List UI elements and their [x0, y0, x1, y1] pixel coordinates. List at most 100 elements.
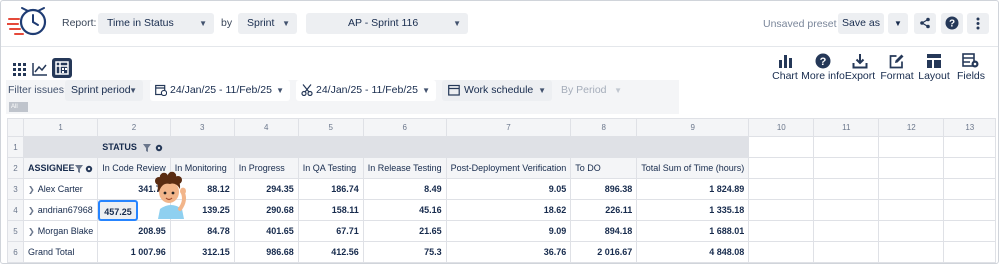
column-header[interactable]: In Progress [233, 157, 299, 179]
format-tool-label: Format [880, 70, 914, 82]
value-cell[interactable]: 226.11 [570, 199, 638, 221]
fields-tool[interactable]: Fields [951, 53, 991, 82]
pivot-view-button[interactable] [52, 58, 72, 78]
row-number: 6 [7, 241, 24, 263]
empty-cell [813, 220, 880, 242]
empty-cell [22, 136, 99, 158]
empty-cell [813, 157, 880, 179]
period-select-value: Sprint period [71, 84, 131, 96]
value-cell[interactable]: 9.09 [445, 220, 572, 242]
format-tool[interactable]: Format [877, 53, 917, 82]
empty-cell [943, 157, 997, 179]
empty-cell [748, 220, 815, 242]
col-number: 12 [878, 118, 945, 137]
value-cell[interactable]: 18.62 [445, 199, 572, 221]
help-button[interactable]: ? [941, 13, 963, 34]
value-cell[interactable]: 8.49 [362, 178, 447, 200]
empty-cell [813, 199, 880, 221]
date-range-select-2[interactable]: 24/Jan/25 - 11/Feb/25 ▼ [296, 80, 436, 101]
empty-cell [748, 199, 815, 221]
share-button[interactable] [914, 13, 936, 34]
save-options-button[interactable]: ▼ [888, 13, 908, 34]
value-cell[interactable]: 290.68 [233, 199, 299, 221]
layout-tool[interactable]: Layout [914, 53, 954, 82]
column-header[interactable]: Post-Deployment Verification [445, 157, 572, 179]
gear-icon[interactable] [155, 144, 163, 152]
chart-tool[interactable]: Chart [765, 53, 805, 82]
date-range-2-value: 24/Jan/25 - 11/Feb/25 [316, 84, 418, 96]
total-cell[interactable]: 1 824.89 [636, 178, 750, 200]
download-tray-icon [852, 54, 868, 69]
col-number: 11 [813, 118, 880, 137]
chevron-right-icon[interactable]: ❯ [28, 206, 35, 215]
help-icon: ? [945, 16, 959, 30]
sprint-select[interactable]: AP - Sprint 116 ▼ [306, 13, 468, 34]
value-cell[interactable]: 158.11 [297, 199, 364, 221]
value-cell[interactable]: 208.95 [97, 220, 171, 242]
row-header-cell[interactable]: ❯ andrian67968 [22, 199, 99, 221]
total-cell[interactable]: 1 688.01 [636, 220, 750, 242]
status-header-cell[interactable]: STATUS [97, 136, 750, 158]
value-cell[interactable]: 294.35 [233, 178, 299, 200]
report-select[interactable]: Time in Status ▼ [98, 13, 214, 34]
line-chart-icon [32, 63, 47, 76]
selected-value-cell[interactable]: 457.25 [98, 200, 138, 221]
assignee-header-cell[interactable]: ASSIGNEE [22, 157, 99, 179]
clock-logo-icon [7, 7, 47, 36]
chevron-right-icon[interactable]: ❯ [28, 185, 35, 194]
grand-total-cell[interactable]: 75.3 [362, 241, 447, 263]
chevron-down-icon: ▼ [129, 86, 137, 95]
all-chip[interactable]: All [9, 102, 28, 112]
filter-icon[interactable] [75, 165, 84, 173]
row-number: 1 [7, 136, 24, 158]
col-number: 10 [748, 118, 815, 137]
assignee-name: Alex Carter [37, 184, 83, 194]
column-header[interactable]: Total Sum of Time (hours) [636, 157, 750, 179]
value-cell[interactable]: 894.18 [570, 220, 638, 242]
grand-total-cell[interactable]: 412.56 [297, 241, 364, 263]
empty-cell [943, 199, 997, 221]
grand-total-cell[interactable]: 1 007.96 [97, 241, 171, 263]
value-cell[interactable]: 21.65 [362, 220, 447, 242]
row-header-cell[interactable]: ❯ Morgan Blake [22, 220, 99, 242]
value-cell[interactable]: 896.38 [570, 178, 638, 200]
more-menu-button[interactable] [967, 13, 989, 34]
col-number: 5 [297, 118, 364, 137]
report-select-value: Time in Status [107, 17, 174, 29]
empty-cell [878, 178, 945, 200]
unsaved-preset-label: Unsaved preset [763, 18, 837, 30]
by-select[interactable]: Sprint ▼ [238, 13, 297, 34]
export-tool[interactable]: Export [840, 53, 880, 82]
value-cell[interactable]: 45.16 [362, 199, 447, 221]
chevron-right-icon[interactable]: ❯ [28, 227, 35, 236]
gear-icon[interactable] [85, 165, 93, 173]
chart-view-button[interactable] [30, 59, 50, 79]
empty-cell [748, 178, 815, 200]
value-cell[interactable]: 186.74 [297, 178, 364, 200]
vertical-dots-icon [976, 17, 980, 30]
grand-total-cell[interactable]: 2 016.67 [570, 241, 638, 263]
grand-total-cell[interactable]: 36.76 [445, 241, 572, 263]
grand-total-cell[interactable]: 4 848.08 [636, 241, 750, 263]
value-cell[interactable]: 9.05 [445, 178, 572, 200]
column-header[interactable]: In Release Testing [362, 157, 447, 179]
value-cell[interactable]: 84.78 [169, 220, 235, 242]
value-cell[interactable]: 67.71 [297, 220, 364, 242]
total-cell[interactable]: 1 335.18 [636, 199, 750, 221]
period-select[interactable]: Sprint period ▼ [65, 80, 143, 101]
work-schedule-select[interactable]: Work schedule ▼ [442, 80, 552, 101]
chevron-down-icon: ▼ [894, 19, 902, 28]
save-as-button[interactable]: Save as [838, 13, 884, 34]
column-header[interactable]: In QA Testing [297, 157, 364, 179]
export-tool-label: Export [844, 70, 876, 82]
filter-issues-label: Filter issues: [8, 84, 67, 96]
grid-view-button[interactable] [9, 59, 29, 79]
filter-icon[interactable] [143, 143, 152, 152]
date-range-select-1[interactable]: 24/Jan/25 - 11/Feb/25 ▼ [150, 80, 290, 101]
column-header[interactable]: To DO [570, 157, 638, 179]
row-header-cell[interactable]: ❯ Alex Carter [22, 178, 99, 200]
grand-total-cell[interactable]: 986.68 [233, 241, 299, 263]
value-cell[interactable]: 401.65 [233, 220, 299, 242]
pencil-square-icon [889, 54, 904, 69]
grand-total-cell[interactable]: 312.15 [169, 241, 235, 263]
